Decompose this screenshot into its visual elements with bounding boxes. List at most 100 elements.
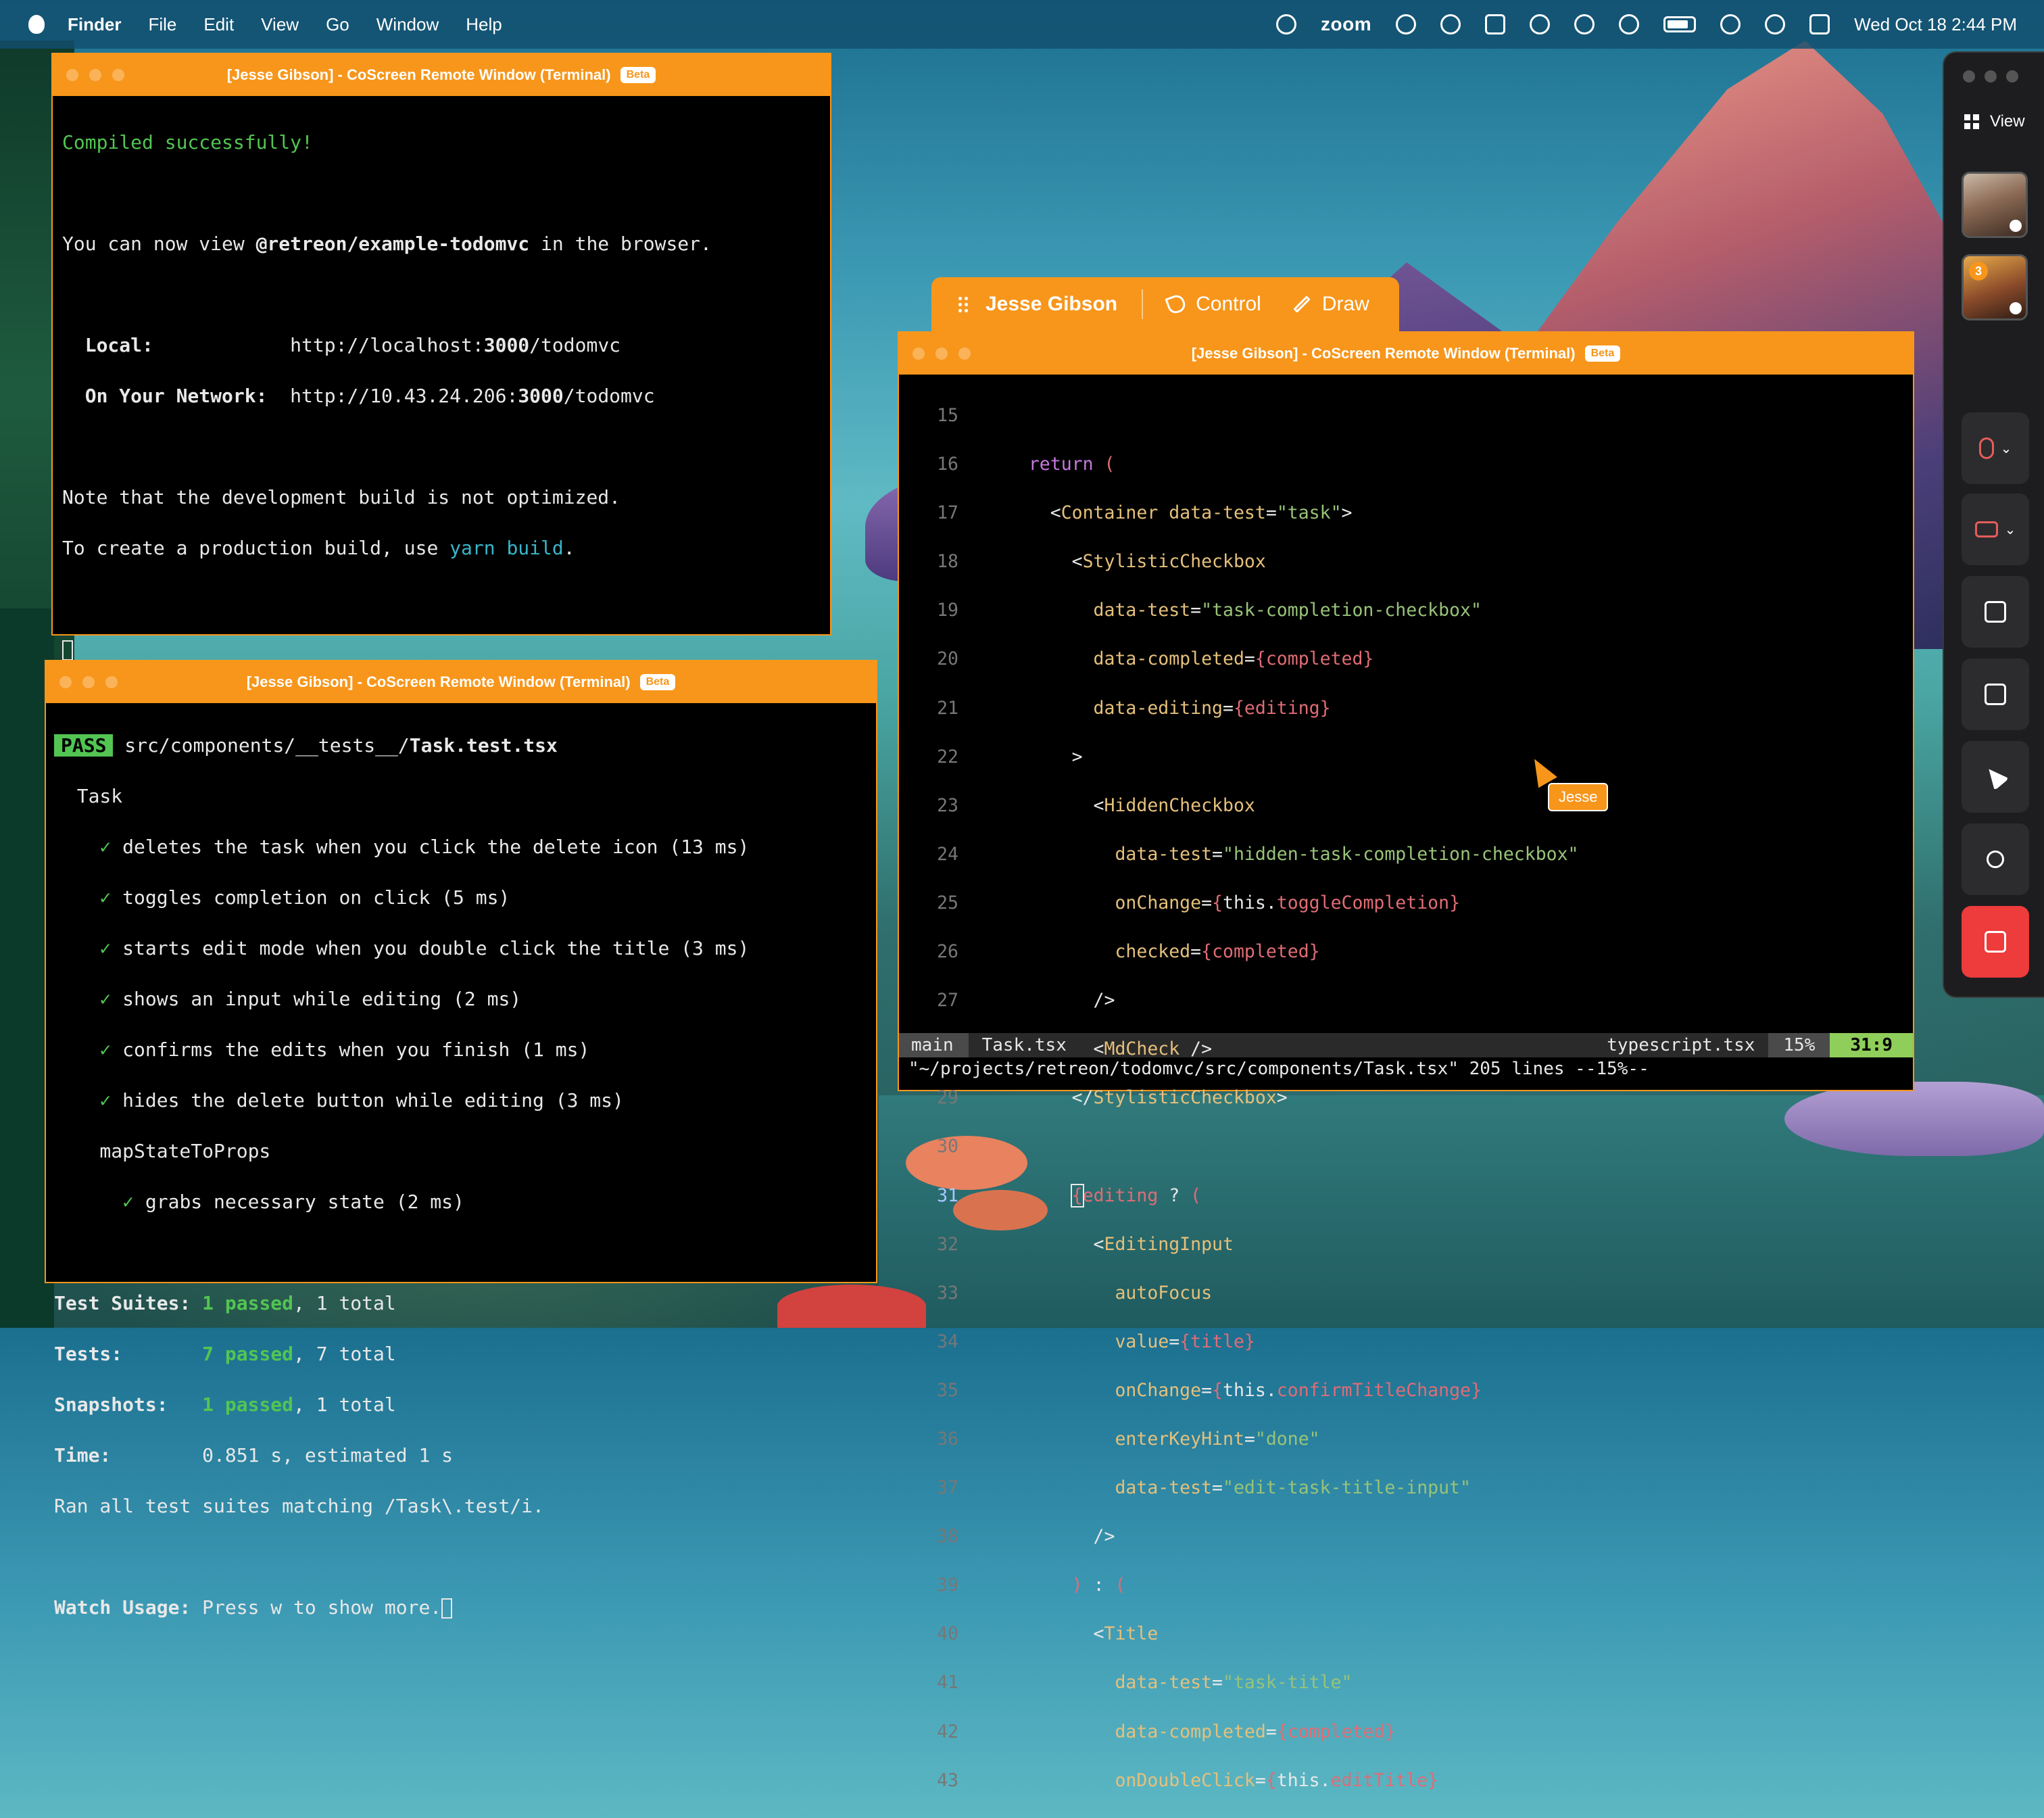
close-icon[interactable]: [66, 69, 78, 81]
window-titlebar[interactable]: [Jesse Gibson] - CoScreen Remote Window …: [46, 661, 876, 703]
zoom-icon[interactable]: [2006, 70, 2018, 82]
menu-go[interactable]: Go: [326, 14, 349, 35]
wifi-icon[interactable]: [1574, 14, 1595, 34]
zoom-icon[interactable]: [105, 676, 118, 688]
minimize-icon[interactable]: [935, 348, 948, 360]
code-line: 26 checked={completed}: [937, 941, 1320, 963]
status-area: zoom Wed Oct 18 2:44 PM: [1276, 0, 2017, 49]
mic-off-icon: [1978, 437, 1994, 459]
leave-button[interactable]: [1962, 906, 2029, 978]
draw-label: Draw: [1321, 293, 1369, 315]
zoom-icon[interactable]: [958, 348, 971, 360]
test-result: ✓ toggles completion on click (5 ms): [54, 886, 510, 909]
minimize-icon[interactable]: [1985, 70, 1997, 82]
chevron-down-icon[interactable]: ⌄: [2001, 440, 2012, 457]
drag-handle-icon[interactable]: [957, 295, 969, 313]
moon-icon[interactable]: [1530, 14, 1551, 34]
code-line: 29 </StylisticCheckbox>: [937, 1087, 1288, 1109]
close-icon[interactable]: [59, 676, 72, 688]
vim-statusline: main Task.tsx typescript.tsx 15% 31:9: [899, 1033, 1913, 1057]
code-line: 16 return (: [937, 454, 1115, 475]
code-line: 38 />: [937, 1526, 1115, 1548]
terminal-icon: [1985, 684, 2006, 705]
code-line: 35 onChange={this.confirmTitleChange}: [937, 1379, 1482, 1401]
camera-button[interactable]: ⌄: [1962, 494, 2029, 565]
code-editor[interactable]: 15 16 return ( 17 <Container data-test="…: [899, 375, 1913, 1791]
beta-badge: Beta: [639, 674, 676, 690]
remote-user-name: Jesse Gibson: [986, 293, 1118, 315]
terminal-window-dev-server: [Jesse Gibson] - CoScreen Remote Window …: [51, 53, 831, 661]
view-button[interactable]: View: [1964, 112, 2025, 131]
window-titlebar[interactable]: [Jesse Gibson] - CoScreen Remote Window …: [53, 54, 830, 96]
record-icon[interactable]: [1276, 14, 1297, 34]
coscreen-icon[interactable]: [1396, 14, 1417, 34]
cursor-icon: [1165, 293, 1188, 316]
camera-off-icon: [1974, 521, 1998, 537]
statusline-filename: Task.tsx: [981, 1035, 1067, 1055]
watch-usage: Watch Usage: Press w to show more.: [54, 1595, 868, 1620]
code-line: 20 data-completed={completed}: [937, 648, 1374, 670]
line-number: 15: [937, 405, 958, 426]
test-result: ✓ deletes the task when you click the de…: [54, 836, 750, 858]
menu-help[interactable]: Help: [466, 14, 502, 35]
chevron-down-icon[interactable]: ⌄: [2005, 521, 2016, 538]
code-line: 17 <Container data-test="task">: [937, 502, 1353, 524]
menubar-clock[interactable]: Wed Oct 18 2:44 PM: [1854, 14, 2017, 35]
test-result: ✓ confirms the edits when you finish (1 …: [54, 1038, 590, 1061]
terminal-output[interactable]: PASS src/components/__tests__/Task.test.…: [46, 703, 876, 1650]
close-icon[interactable]: [1963, 70, 1975, 82]
terminal-output[interactable]: Compiled successfully! You can now view …: [53, 96, 830, 696]
close-icon[interactable]: [912, 348, 925, 360]
beta-badge: Beta: [620, 67, 656, 83]
invite-button[interactable]: [1962, 823, 2029, 895]
statusline-position: 31:9: [1830, 1033, 1913, 1057]
cursor-icon: [1981, 763, 2010, 791]
add-user-icon: [1987, 851, 2004, 868]
apple-icon[interactable]: [28, 15, 45, 34]
timer-icon[interactable]: [1440, 14, 1461, 34]
production-line: To create a production build, use yarn b…: [62, 537, 575, 559]
suite-name: Task: [54, 785, 123, 807]
minimize-icon[interactable]: [89, 69, 101, 81]
terminal-cursor: [62, 640, 73, 661]
leave-icon: [1985, 931, 2006, 953]
view-label: View: [1990, 112, 2025, 130]
traffic-lights: [59, 676, 118, 688]
pointer-button[interactable]: [1962, 741, 2029, 813]
share-window-button[interactable]: [1962, 576, 2029, 648]
zoom-icon[interactable]: [112, 69, 124, 81]
draw-button[interactable]: Draw: [1292, 293, 1369, 316]
menu-view[interactable]: View: [261, 14, 299, 35]
app-extra-icon[interactable]: [1485, 14, 1506, 34]
share-terminal-button[interactable]: [1962, 659, 2029, 730]
compiled-message: Compiled successfully!: [62, 131, 313, 153]
vim-message-line: "~/projects/retreon/todomvc/src/componen…: [908, 1059, 1649, 1079]
control-button[interactable]: Control: [1165, 293, 1261, 316]
summary-suites: Test Suites: 1 passed, 1 total: [54, 1292, 396, 1314]
participant-count-badge: 3: [1969, 262, 1988, 281]
play-icon[interactable]: [1619, 14, 1640, 34]
menu-edit[interactable]: Edit: [203, 14, 234, 35]
menu-file[interactable]: File: [148, 14, 176, 35]
battery-icon[interactable]: [1663, 16, 1697, 32]
participant-avatar[interactable]: [1962, 172, 2028, 238]
code-line: 25 onChange={this.toggleCompletion}: [937, 892, 1461, 913]
window-titlebar[interactable]: [Jesse Gibson] - CoScreen Remote Window …: [899, 333, 1913, 375]
minimize-icon[interactable]: [82, 676, 95, 688]
code-line: 34 value={title}: [937, 1331, 1255, 1352]
code-line: 22 >: [937, 746, 1083, 767]
control-center-icon[interactable]: [1809, 14, 1830, 34]
zoom-menu-extra[interactable]: zoom: [1321, 14, 1371, 35]
statusline-percent: 15%: [1768, 1033, 1830, 1057]
suite-name: mapStateToProps: [54, 1140, 271, 1162]
participant-avatar[interactable]: 3: [1962, 254, 2028, 320]
terminal-window-editor: [Jesse Gibson] - CoScreen Remote Window …: [898, 331, 1914, 1791]
menu-app-finder[interactable]: Finder: [68, 14, 121, 35]
coscreen-control-bar: Jesse Gibson Control Draw: [931, 277, 1399, 331]
menu-window[interactable]: Window: [376, 14, 439, 35]
bluetooth-icon[interactable]: [1765, 14, 1786, 34]
microphone-button[interactable]: ⌄: [1962, 412, 2029, 484]
statusline-filetype: typescript.tsx: [1607, 1035, 1755, 1055]
test-result: ✓ starts edit mode when you double click…: [54, 937, 750, 959]
search-icon[interactable]: [1720, 14, 1741, 34]
